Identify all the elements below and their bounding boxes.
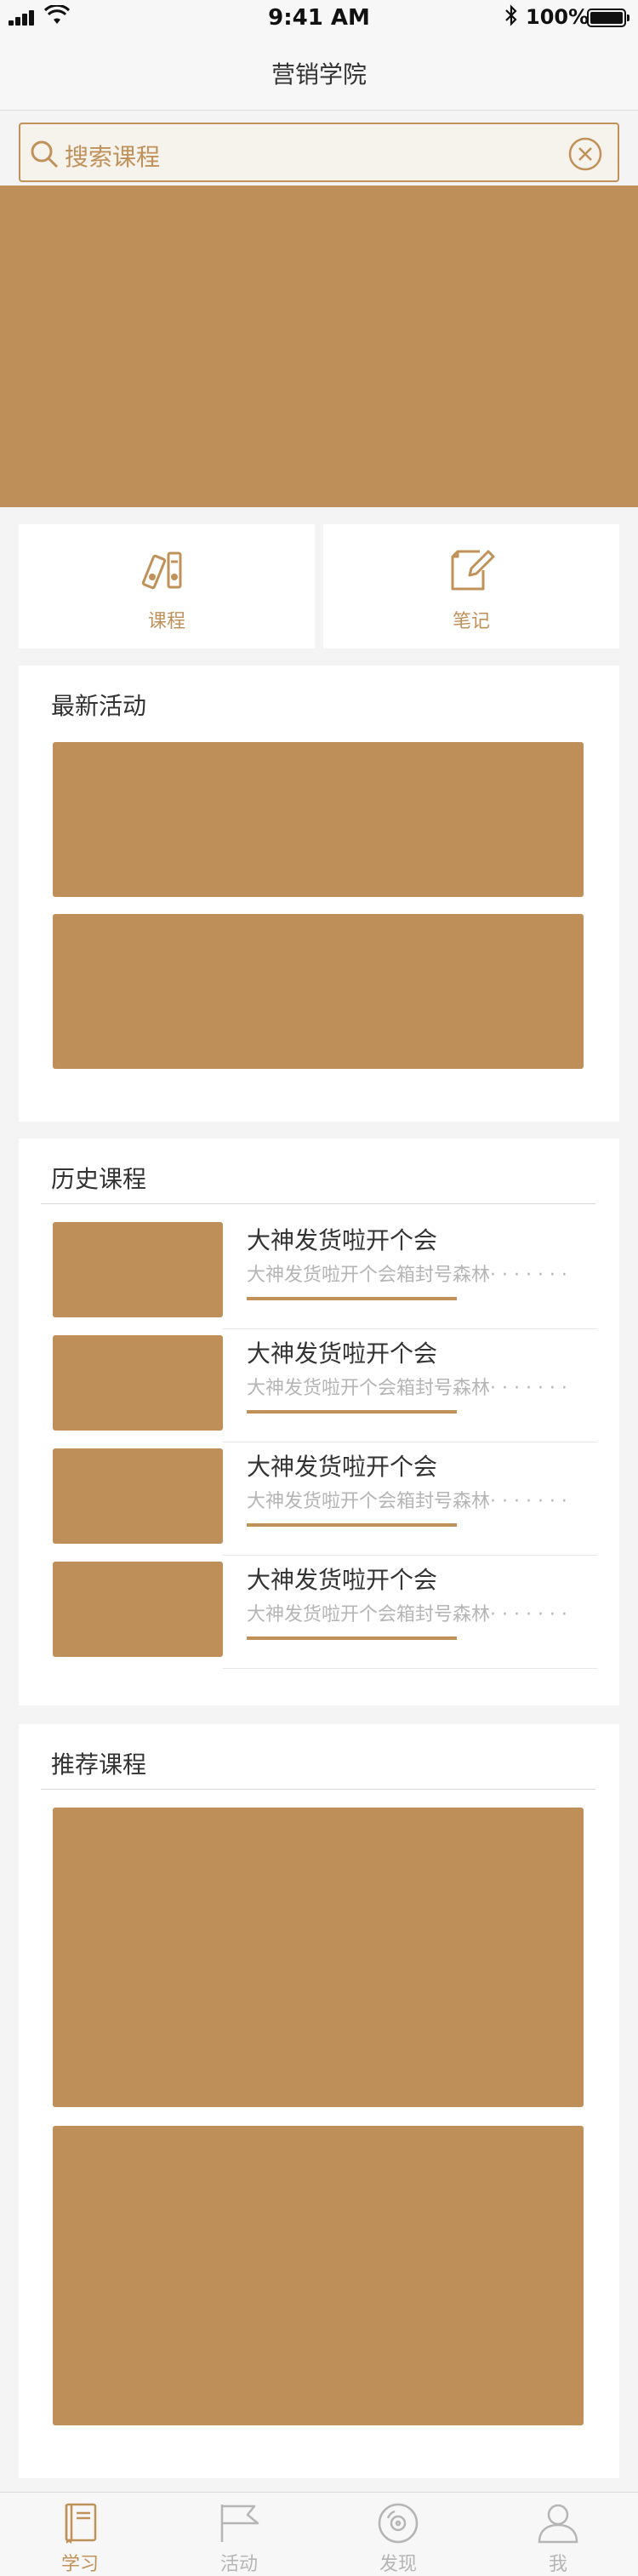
recommended-course-card[interactable] bbox=[53, 2126, 584, 2425]
item-divider bbox=[223, 1328, 597, 1329]
course-thumbnail bbox=[53, 1335, 223, 1431]
tab-activities[interactable]: 活动 bbox=[159, 2493, 319, 2576]
course-progress-bar bbox=[247, 1636, 457, 1640]
search-placeholder: 搜索课程 bbox=[65, 143, 161, 171]
course-progress-bar bbox=[247, 1297, 457, 1300]
section-divider bbox=[41, 1789, 595, 1790]
course-title: 大神发货啦开个会 bbox=[247, 1226, 438, 1254]
page-title: 营销学院 bbox=[271, 60, 367, 89]
section-title: 推荐课程 bbox=[51, 1751, 147, 1779]
course-title: 大神发货啦开个会 bbox=[247, 1566, 438, 1594]
recommended-courses-section: 推荐课程 bbox=[19, 1724, 619, 2478]
course-list-item[interactable]: 大神发货啦开个会 大神发货啦开个会箱封号森林· · · · · · · bbox=[53, 1448, 597, 1556]
course-description: 大神发货啦开个会箱封号森林· · · · · · · bbox=[247, 1378, 567, 1399]
flag-icon bbox=[220, 2505, 259, 2542]
course-list-item[interactable]: 大神发货啦开个会 大神发货啦开个会箱封号森林· · · · · · · bbox=[53, 1562, 597, 1669]
item-divider bbox=[223, 1668, 597, 1669]
section-title: 最新活动 bbox=[51, 692, 147, 720]
history-courses-section: 历史课程 大神发货啦开个会 大神发货啦开个会箱封号森林· · · · · · ·… bbox=[19, 1139, 619, 1705]
section-divider bbox=[41, 1203, 595, 1204]
app-screen: 9:41 AM 100% 营销学院 搜索课程 课程 笔记 最新活动 历史课程 大… bbox=[0, 0, 638, 2576]
tab-me[interactable]: 我 bbox=[478, 2493, 638, 2576]
course-entry-button[interactable]: 课程 bbox=[19, 524, 315, 648]
notes-entry-label: 笔记 bbox=[452, 611, 490, 632]
note-edit-icon bbox=[451, 550, 495, 591]
bluetooth-icon bbox=[505, 4, 517, 26]
course-entry-label: 课程 bbox=[147, 611, 185, 632]
course-progress-bar bbox=[247, 1523, 457, 1527]
disc-icon bbox=[378, 2503, 419, 2544]
navigation-bar: 营销学院 bbox=[0, 34, 638, 111]
section-title: 历史课程 bbox=[51, 1165, 147, 1193]
recommended-course-card[interactable] bbox=[53, 1808, 584, 2107]
course-list-item[interactable]: 大神发货啦开个会 大神发货啦开个会箱封号森林· · · · · · · bbox=[53, 1222, 597, 1329]
course-title: 大神发货啦开个会 bbox=[247, 1339, 438, 1368]
search-input[interactable]: 搜索课程 bbox=[19, 123, 619, 182]
course-description: 大神发货啦开个会箱封号森林· · · · · · · bbox=[247, 1604, 567, 1625]
battery-icon bbox=[587, 9, 629, 27]
course-thumbnail bbox=[53, 1448, 223, 1544]
folders-icon bbox=[141, 551, 182, 590]
tab-bar: 学习 活动 发现 我 bbox=[0, 2492, 638, 2576]
tab-discover[interactable]: 发现 bbox=[318, 2493, 478, 2576]
course-title: 大神发货啦开个会 bbox=[247, 1453, 438, 1481]
status-bar: 9:41 AM 100% bbox=[0, 0, 638, 34]
book-icon bbox=[65, 2503, 97, 2544]
item-divider bbox=[223, 1555, 597, 1556]
notes-entry-button[interactable]: 笔记 bbox=[323, 524, 619, 648]
banner-image[interactable] bbox=[0, 186, 638, 507]
tab-label: 学习 bbox=[60, 2554, 99, 2575]
course-description: 大神发货啦开个会箱封号森林· · · · · · · bbox=[247, 1265, 567, 1286]
tab-label: 发现 bbox=[379, 2554, 417, 2575]
tab-label: 活动 bbox=[219, 2554, 258, 2575]
clear-icon[interactable] bbox=[568, 137, 602, 171]
activity-card[interactable] bbox=[53, 742, 584, 897]
course-thumbnail bbox=[53, 1562, 223, 1657]
latest-activities-section: 最新活动 bbox=[19, 665, 619, 1122]
course-thumbnail bbox=[53, 1222, 223, 1317]
activity-card[interactable] bbox=[53, 914, 584, 1069]
search-icon bbox=[31, 140, 59, 168]
person-icon bbox=[538, 2504, 578, 2544]
course-list-item[interactable]: 大神发货啦开个会 大神发货啦开个会箱封号森林· · · · · · · bbox=[53, 1335, 597, 1442]
course-progress-bar bbox=[247, 1410, 457, 1414]
battery-percentage: 100% bbox=[526, 5, 590, 29]
tab-study[interactable]: 学习 bbox=[0, 2493, 160, 2576]
course-description: 大神发货啦开个会箱封号森林· · · · · · · bbox=[247, 1491, 567, 1512]
tab-label: 我 bbox=[548, 2554, 567, 2575]
